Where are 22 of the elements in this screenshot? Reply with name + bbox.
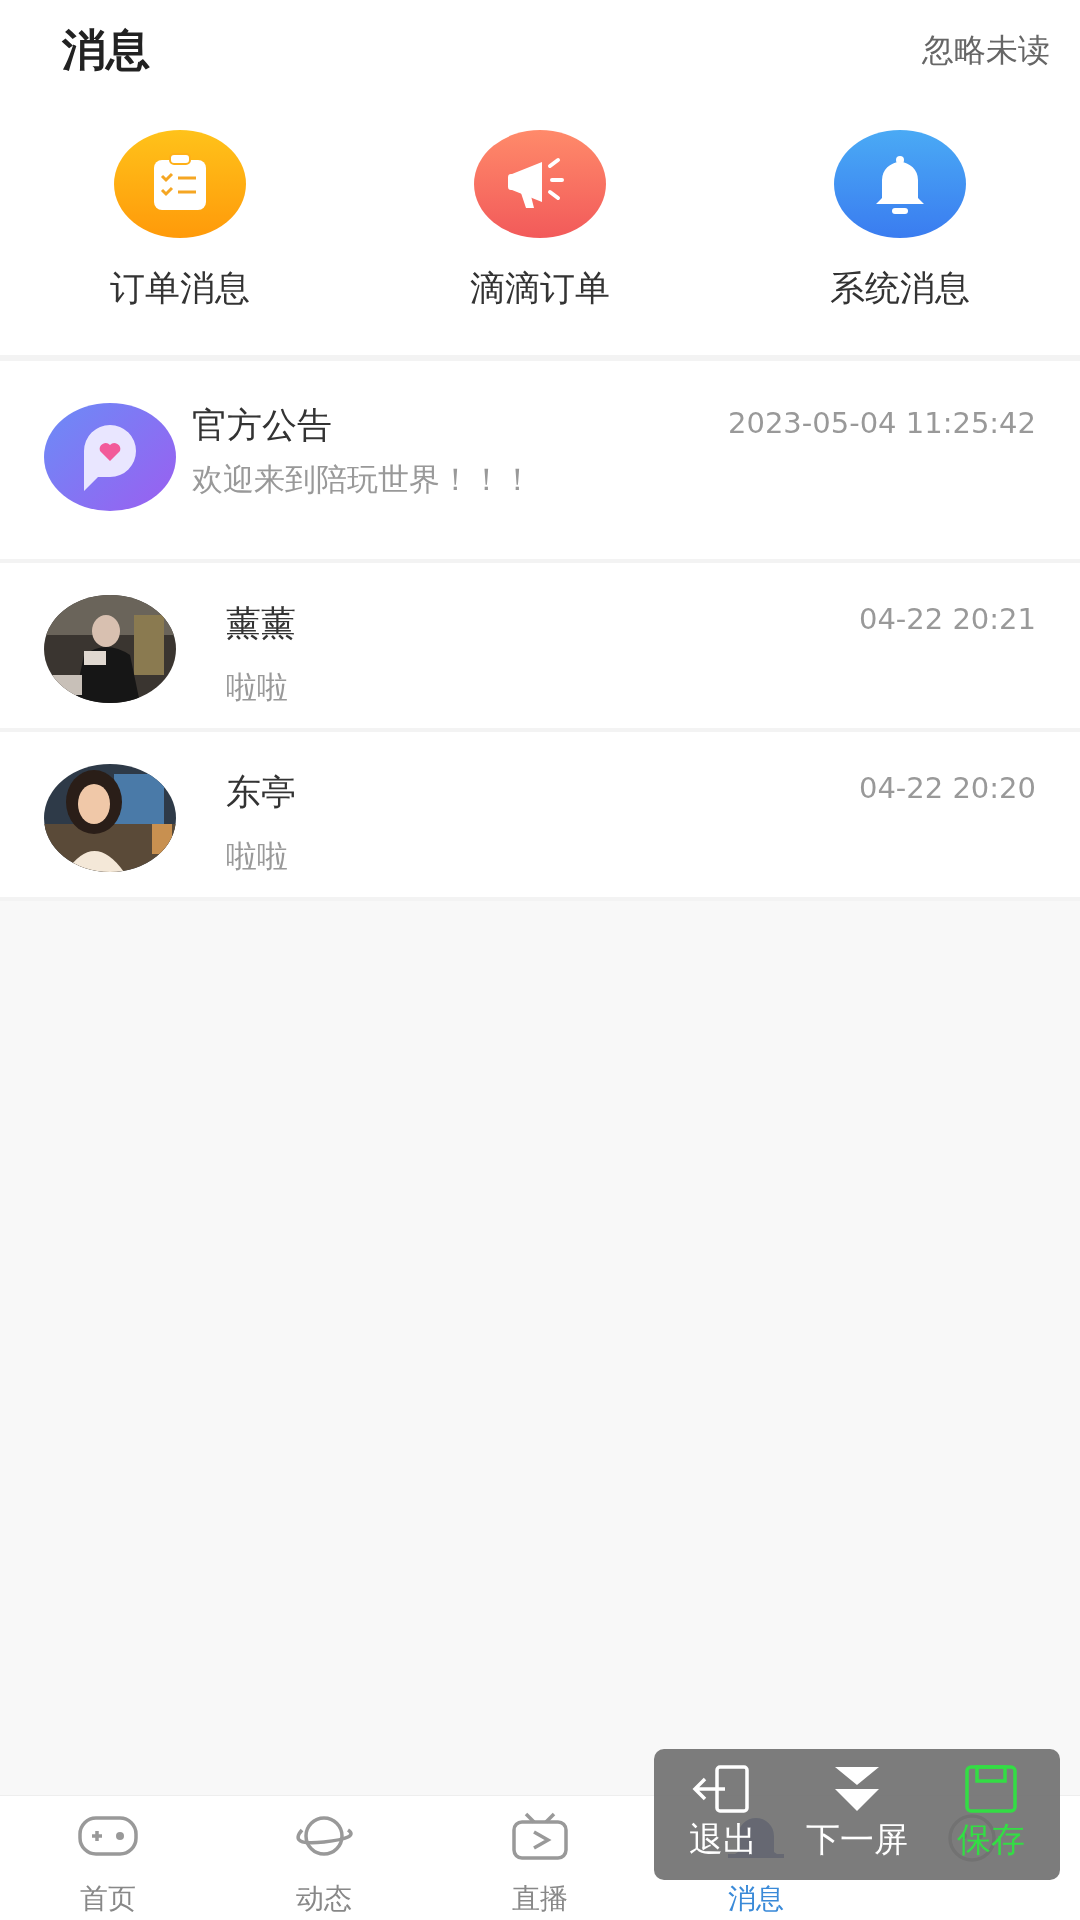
message-time: 04-22 20:21: [858, 600, 1036, 638]
page-title: 消息: [62, 23, 150, 77]
conversation-row[interactable]: 东亭 啦啦 04-22 20:20: [0, 731, 1080, 901]
shortcut-label[interactable]: 系统消息: [830, 262, 970, 315]
message-time: 2023-05-04 11:25:42: [728, 404, 1036, 442]
nav-tab[interactable]: 直播: [432, 1796, 648, 1920]
contact-name: 官方公告: [192, 403, 333, 447]
contact-name: 东亭: [226, 770, 297, 814]
toolbar-button[interactable]: 退出: [688, 1763, 757, 1859]
nav-tab[interactable]: 首页: [0, 1796, 216, 1920]
conversation-row[interactable]: 官方公告 欢迎来到陪玩世界！！！ 2023-05-04 11:25:42: [0, 360, 1080, 563]
ignore-unread-link[interactable]: 忽略未读: [922, 26, 1050, 74]
message-time: 04-22 20:20: [858, 769, 1036, 807]
nav-tab[interactable]: 动态: [216, 1796, 432, 1920]
toolbar-button[interactable]: 下一屏: [806, 1763, 908, 1859]
conversation-row[interactable]: 薰薰 啦啦 04-22 20:21: [0, 562, 1080, 732]
contact-name: 薰薰: [226, 601, 297, 645]
message-preview: 欢迎来到陪玩世界！！！: [192, 459, 534, 499]
message-preview: 啦啦: [226, 836, 289, 876]
shortcut-label[interactable]: 滴滴订单: [470, 262, 610, 315]
shortcut-label[interactable]: 订单消息: [110, 262, 250, 315]
message-preview: 啦啦: [226, 667, 289, 707]
